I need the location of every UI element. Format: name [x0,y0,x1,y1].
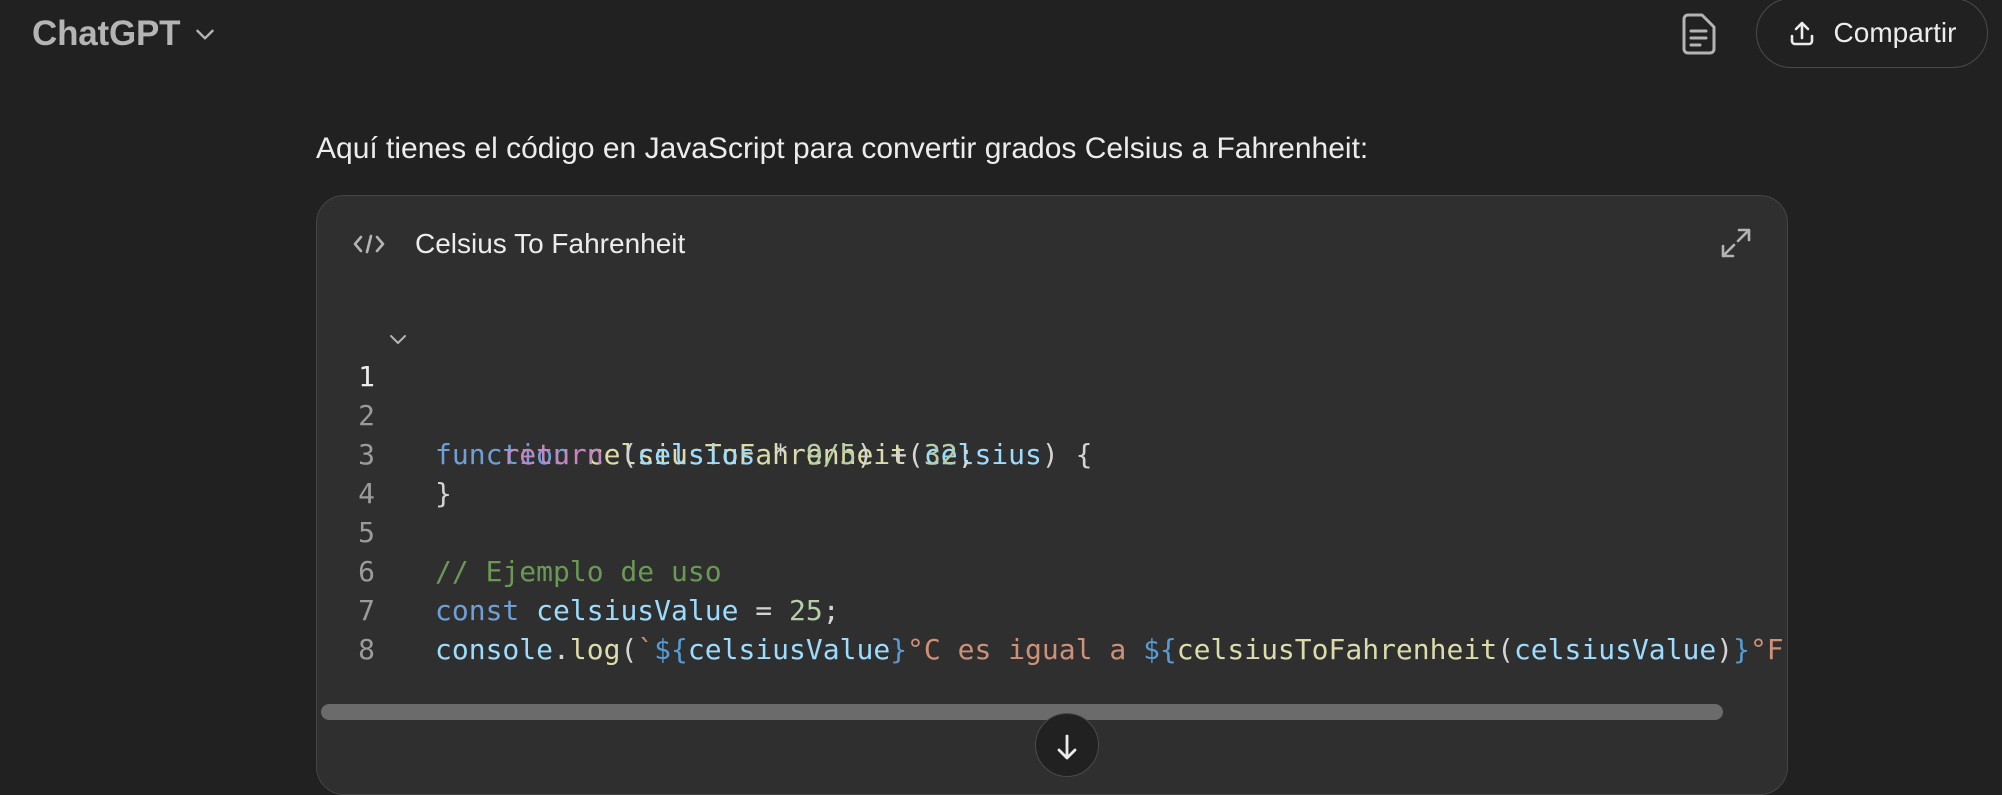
expand-icon[interactable] [1717,224,1755,262]
code-line: 8 [317,591,1787,666]
code-token: ( [1497,633,1514,666]
document-icon [1682,13,1716,55]
scroll-to-bottom-button[interactable] [1035,713,1099,777]
code-token: console [435,633,554,666]
code-editor[interactable]: 1 function celsiusToFahrenheit(celsius) … [317,318,1787,708]
code-token: } [1733,633,1750,666]
code-token: celsiusValue [1513,633,1717,666]
code-token: } [890,633,908,666]
code-line: 4 [317,435,1787,510]
code-line: 6 const celsiusValue = 25; [317,513,1787,627]
code-block-title: Celsius To Fahrenheit [415,228,686,259]
code-token: ( [620,633,638,666]
code-block: Celsius To Fahrenheit 1 function celsius… [316,195,1788,795]
code-block-header: Celsius To Fahrenheit [317,196,1787,288]
chevron-down-icon[interactable] [387,328,409,350]
code-line: 2 return (celsius * 9/5) + 32; [317,357,1787,471]
code-token: celsiusValue [687,633,891,666]
arrow-down-icon [1057,734,1077,760]
document-button[interactable] [1672,8,1724,60]
code-text: console.log(`${celsiusValue}°C es igual … [435,630,1784,669]
top-bar: ChatGPT Compartir [0,0,2002,70]
code-token: °C es igual a [907,633,1144,666]
code-token: ${ [1143,633,1177,666]
code-token: celsiusToFahrenheit [1176,633,1498,666]
code-token: ` [637,633,655,666]
assistant-message-text: Aquí tienes el código en JavaScript para… [316,132,1369,165]
code-token: log [569,633,621,666]
share-label: Compartir [1833,17,1957,48]
code-token: °F [1749,633,1784,666]
code-line: 7 console.log(`${celsiusValue}°C es igua… [317,552,1787,666]
code-icon [353,234,385,254]
horizontal-scrollbar[interactable] [321,704,1723,720]
code-line: 3 } [317,396,1787,510]
code-token: ) [1716,633,1734,666]
share-button[interactable]: Compartir [1756,0,1988,68]
code-token: ${ [654,633,688,666]
chevron-down-icon [196,29,215,40]
share-upload-icon [1790,21,1813,46]
code-token: . [553,633,570,666]
model-name: ChatGPT [32,14,181,53]
code-line: 5 // Ejemplo de uso [317,474,1787,588]
code-line: 1 function celsiusToFahrenheit(celsius) … [317,318,1787,471]
model-selector[interactable]: ChatGPT [32,12,218,56]
line-number: 8 [358,633,375,666]
